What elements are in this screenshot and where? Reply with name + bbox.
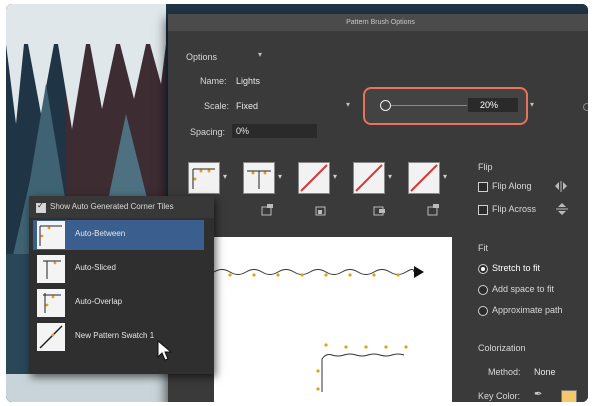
scale-max-handle[interactable] bbox=[583, 103, 588, 111]
new-pattern-swatch-thumbnail bbox=[37, 323, 65, 351]
auto-between-label: Auto-Between bbox=[75, 229, 126, 238]
method-select[interactable]: None bbox=[534, 367, 556, 377]
tile-options-dropdown: ✓ Show Auto Generated Corner Tiles Auto-… bbox=[29, 196, 214, 374]
name-field[interactable]: Lights bbox=[236, 76, 260, 86]
scale-select-chevron-icon[interactable]: ▾ bbox=[346, 100, 350, 109]
checkbox-checkmark-icon: ✓ bbox=[37, 201, 44, 210]
scale-label: Scale: bbox=[204, 101, 230, 111]
auto-sliced-label: Auto-Sliced bbox=[75, 263, 116, 272]
side-tile-lights-icon bbox=[192, 168, 215, 189]
show-corner-tiles-label: Show Auto Generated Corner Tiles bbox=[50, 202, 174, 211]
inner-corner-tile-button[interactable] bbox=[298, 162, 330, 194]
flip-across-icon bbox=[556, 203, 568, 215]
outer-corner-chevron-icon[interactable]: ▾ bbox=[278, 172, 282, 181]
flip-along-label: Flip Along bbox=[492, 181, 532, 191]
auto-between-thumbnail bbox=[37, 221, 65, 249]
auto-overlap-label: Auto-Overlap bbox=[75, 297, 123, 306]
method-label: Method: bbox=[488, 367, 521, 377]
scale-slider-highlight: 20% bbox=[363, 87, 528, 125]
flip-across-checkbox[interactable] bbox=[478, 205, 488, 215]
scale-slider-track bbox=[385, 105, 467, 106]
spacing-label: Spacing: bbox=[190, 127, 226, 137]
flip-header: Flip bbox=[478, 162, 493, 172]
dialog-title: Pattern Brush Options bbox=[168, 14, 588, 31]
approximate-path-label: Approximate path bbox=[492, 305, 563, 315]
dropdown-item-auto-between[interactable]: Auto-Between bbox=[33, 220, 204, 250]
side-tile-chevron-icon[interactable]: ▾ bbox=[223, 172, 227, 181]
no-tile-slash-icon bbox=[300, 164, 328, 192]
start-tile-icon bbox=[373, 206, 385, 216]
inner-corner-tile-icon bbox=[315, 206, 326, 216]
eyedropper-icon[interactable]: ✒ bbox=[534, 389, 542, 400]
auto-sliced-thumbnail bbox=[37, 255, 65, 283]
scale-percent-input[interactable]: 20% bbox=[468, 98, 518, 112]
fit-header: Fit bbox=[478, 243, 488, 253]
spacing-input[interactable]: 0% bbox=[232, 124, 317, 138]
outer-corner-tile-button[interactable] bbox=[243, 162, 275, 194]
dropdown-item-auto-overlap[interactable]: Auto-Overlap bbox=[33, 288, 204, 318]
name-label: Name: bbox=[200, 76, 227, 86]
inner-corner-chevron-icon[interactable]: ▾ bbox=[333, 172, 337, 181]
spacing-value: 0% bbox=[236, 126, 250, 136]
scale-percent-value: 20% bbox=[480, 100, 499, 110]
dropdown-item-new-pattern-swatch[interactable]: New Pattern Swatch 1 bbox=[33, 322, 204, 352]
auto-overlap-thumbnail bbox=[37, 289, 65, 317]
lights-pattern-preview-art bbox=[213, 266, 424, 392]
flip-along-checkbox[interactable] bbox=[478, 182, 488, 192]
scale-variation-chevron-icon[interactable]: ▾ bbox=[530, 100, 534, 109]
options-header: Options bbox=[186, 52, 218, 62]
options-chevron-icon[interactable]: ▾ bbox=[258, 50, 262, 59]
screenshot-frame: Pattern Brush Options Options ▾ Name: Li… bbox=[6, 4, 588, 402]
scale-method-select[interactable]: Fixed bbox=[236, 101, 258, 111]
add-space-to-fit-label: Add space to fit bbox=[492, 284, 555, 294]
outer-corner-lights-icon bbox=[247, 170, 271, 189]
dropdown-header: ✓ Show Auto Generated Corner Tiles bbox=[29, 196, 214, 218]
end-tile-button[interactable] bbox=[408, 162, 440, 194]
outer-corner-tile-icon bbox=[261, 204, 273, 216]
pattern-preview bbox=[213, 237, 452, 402]
end-tile-icon bbox=[427, 204, 439, 216]
scale-slider-handle[interactable] bbox=[380, 100, 391, 111]
stretch-to-fit-label: Stretch to fit bbox=[492, 263, 541, 273]
start-tile-chevron-icon[interactable]: ▾ bbox=[388, 172, 392, 181]
start-tile-button[interactable] bbox=[353, 162, 385, 194]
no-tile-slash-icon bbox=[355, 164, 383, 192]
new-pattern-swatch-label: New Pattern Swatch 1 bbox=[75, 331, 155, 340]
key-color-swatch[interactable] bbox=[561, 390, 577, 402]
end-tile-chevron-icon[interactable]: ▾ bbox=[443, 172, 447, 181]
approximate-path-radio[interactable] bbox=[478, 306, 488, 316]
mouse-pointer-icon bbox=[157, 340, 173, 361]
key-color-label: Key Color: bbox=[478, 391, 521, 401]
add-space-to-fit-radio[interactable] bbox=[478, 285, 488, 295]
pattern-brush-options-dialog: Pattern Brush Options Options ▾ Name: Li… bbox=[168, 14, 588, 402]
side-tile-button[interactable] bbox=[188, 162, 220, 194]
dropdown-item-auto-sliced[interactable]: Auto-Sliced bbox=[33, 254, 204, 284]
stretch-to-fit-radio[interactable] bbox=[478, 264, 488, 274]
flip-along-icon bbox=[555, 181, 567, 192]
no-tile-slash-icon bbox=[410, 164, 438, 192]
flip-across-label: Flip Across bbox=[492, 204, 537, 214]
colorization-header: Colorization bbox=[478, 343, 526, 353]
